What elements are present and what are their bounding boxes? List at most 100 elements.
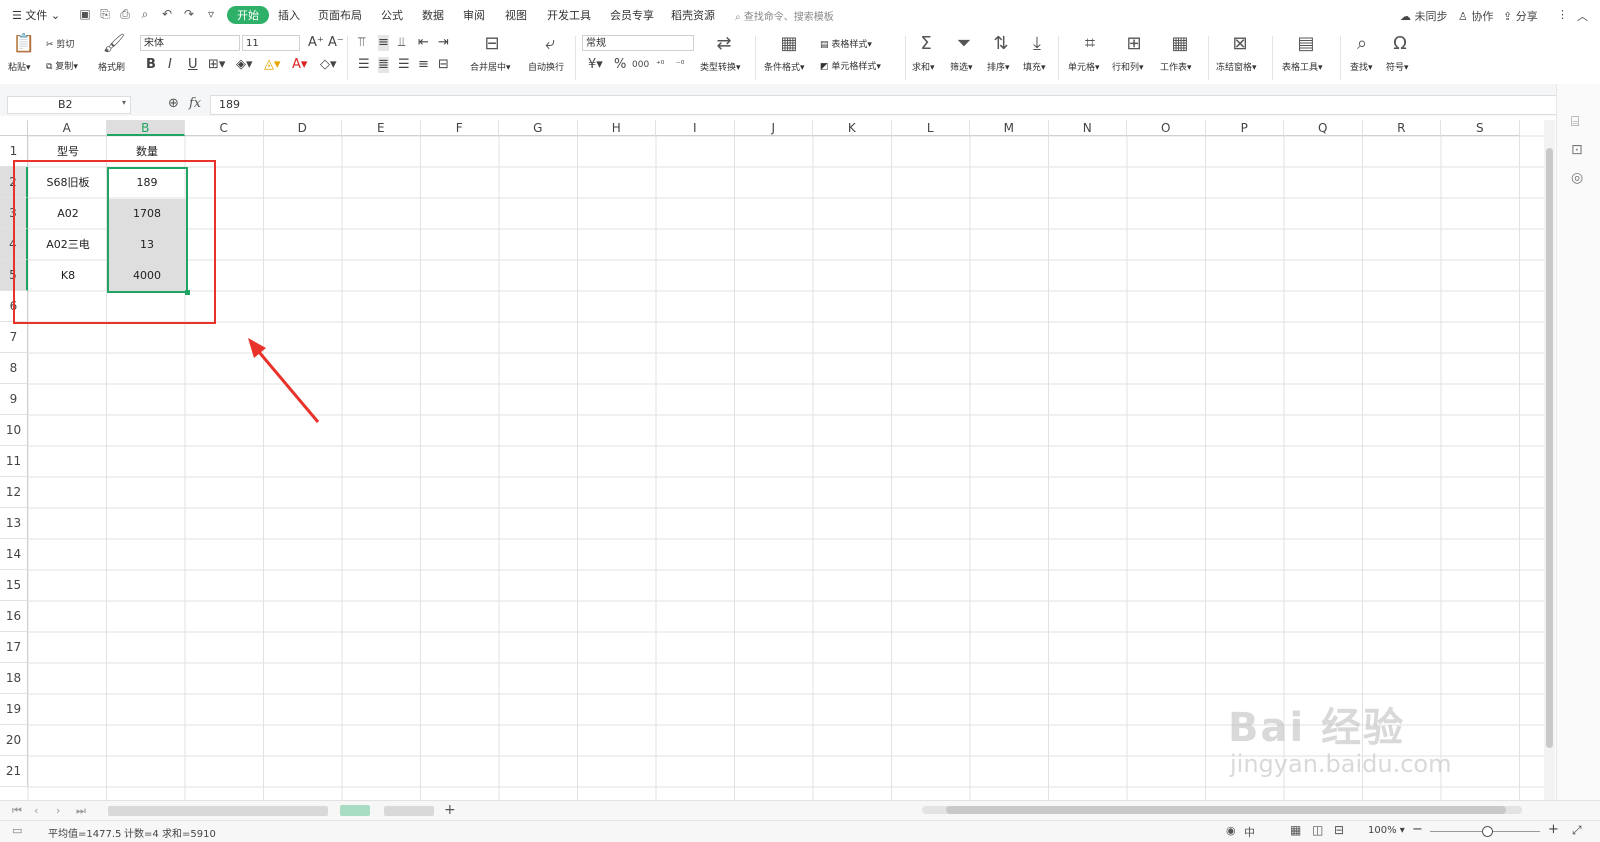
filter-icon[interactable]: ⏷ [952, 34, 976, 54]
sum-button[interactable]: 求和▾ [912, 60, 935, 73]
fx-icon[interactable]: fx [189, 96, 201, 111]
eye-protection-icon[interactable]: ◉ [1226, 824, 1236, 837]
first-sheet-icon[interactable]: ⏮ [12, 804, 22, 818]
column-header-d[interactable]: D [263, 120, 342, 136]
zoom-in-icon[interactable]: + [1548, 822, 1559, 837]
more-icon[interactable]: ⋮ [1557, 8, 1568, 21]
row-header-18[interactable]: 18 [0, 663, 28, 694]
print-icon[interactable]: ⎙ [118, 7, 132, 21]
align-top-icon[interactable]: ⫪ [358, 35, 365, 51]
collaborate-button[interactable]: ♙ 协作 [1458, 8, 1493, 24]
find-button[interactable]: 查找▾ [1350, 60, 1373, 73]
fill-color-icon[interactable]: ◬▾ [264, 57, 281, 73]
cell-style-button[interactable]: ◩ 单元格样式▾ [820, 59, 881, 72]
name-box-dropdown-icon[interactable]: ▾ [122, 98, 126, 107]
column-header-n[interactable]: N [1048, 120, 1127, 136]
save-icon[interactable]: ▣ [78, 7, 92, 21]
sheet-tab-blurred[interactable] [108, 806, 328, 816]
sort-button[interactable]: 排序▾ [987, 60, 1010, 73]
row-header-16[interactable]: 16 [0, 601, 28, 632]
customize-icon[interactable]: ▿ [204, 7, 218, 21]
border-icon[interactable]: ⊞▾ [208, 57, 225, 73]
align-right-icon[interactable]: ☰ [398, 57, 410, 73]
worksheet-button[interactable]: 工作表▾ [1160, 60, 1192, 73]
name-box[interactable]: B2 [7, 96, 131, 114]
page-layout-view-icon[interactable]: ◫ [1312, 823, 1323, 837]
formula-input[interactable]: 189 [210, 95, 1562, 115]
tab-insert[interactable]: 插入 [278, 7, 300, 23]
side-panel-icon-2[interactable]: ⊡ [1571, 142, 1583, 158]
font-size-select[interactable]: 11 [242, 35, 300, 51]
worksheet-icon[interactable]: ▦ [1168, 34, 1192, 54]
sum-icon[interactable]: Σ [914, 34, 938, 54]
copy-button[interactable]: ⧉ 复制▾ [46, 59, 78, 72]
save-as-icon[interactable]: ⎘ [98, 7, 112, 21]
zoom-formula-icon[interactable]: ⊕ [168, 96, 179, 111]
paste-icon[interactable]: 📋 [12, 34, 36, 54]
clear-icon[interactable]: ◇▾ [320, 57, 337, 73]
row-header-14[interactable]: 14 [0, 539, 28, 570]
vertical-scroll-thumb[interactable] [1546, 148, 1553, 748]
currency-icon[interactable]: ¥▾ [588, 57, 603, 73]
column-header-h[interactable]: H [577, 120, 656, 136]
distribute-icon[interactable]: ⊟ [438, 57, 449, 73]
table-tools-button[interactable]: 表格工具▾ [1282, 60, 1323, 73]
wrap-icon[interactable]: ⤶ [538, 34, 562, 54]
zoom-level[interactable]: 100% ▾ [1368, 825, 1405, 836]
align-center-icon[interactable]: ≣ [378, 57, 389, 73]
column-header-l[interactable]: L [891, 120, 970, 136]
font-name-select[interactable]: 宋体 [140, 35, 240, 51]
freeze-icon[interactable]: ⊠ [1228, 34, 1252, 54]
column-header-r[interactable]: R [1362, 120, 1441, 136]
column-header-g[interactable]: G [499, 120, 578, 136]
column-header-q[interactable]: Q [1284, 120, 1363, 136]
symbol-icon[interactable]: Ω [1388, 34, 1412, 54]
sort-icon[interactable]: ⇅ [989, 34, 1013, 54]
underline-icon[interactable]: U [188, 57, 198, 73]
tab-member[interactable]: 会员专享 [610, 7, 654, 23]
select-all-corner[interactable] [0, 120, 28, 136]
decrease-decimal-icon[interactable]: ⁻⁰ [676, 57, 684, 73]
column-header-i[interactable]: I [656, 120, 735, 136]
horizontal-scrollbar[interactable] [922, 806, 1522, 814]
column-header-p[interactable]: P [1205, 120, 1284, 136]
filter-button[interactable]: 筛选▾ [950, 60, 973, 73]
column-header-s[interactable]: S [1441, 120, 1520, 136]
decrease-font-icon[interactable]: A⁻ [328, 35, 344, 51]
indent-increase-icon[interactable]: ⇥ [438, 35, 449, 51]
column-header-c[interactable]: C [185, 120, 264, 136]
sync-status[interactable]: ☁ 未同步 [1400, 8, 1448, 24]
page-break-view-icon[interactable]: ⊟ [1334, 823, 1344, 837]
row-header-9[interactable]: 9 [0, 384, 28, 415]
sheet-tab-blurred[interactable] [384, 806, 434, 816]
tab-page-layout[interactable]: 页面布局 [318, 7, 362, 23]
side-panel-icon-3[interactable]: ◎ [1571, 170, 1583, 186]
column-header-j[interactable]: J [734, 120, 813, 136]
zoom-out-icon[interactable]: − [1412, 822, 1423, 837]
column-header-m[interactable]: M [970, 120, 1049, 136]
share-button[interactable]: ⇪ 分享 [1503, 8, 1538, 24]
last-sheet-icon[interactable]: ⏭ [76, 804, 86, 818]
fill-button[interactable]: 填充▾ [1023, 60, 1046, 73]
row-header-13[interactable]: 13 [0, 508, 28, 539]
collapse-ribbon-icon[interactable]: ︿ [1577, 8, 1588, 24]
italic-icon[interactable]: I [168, 57, 172, 73]
freeze-panes-button[interactable]: 冻结窗格▾ [1216, 60, 1257, 73]
cut-button[interactable]: ✂ 剪切 [46, 37, 74, 50]
tab-dev-tools[interactable]: 开发工具 [547, 7, 591, 23]
fullscreen-icon[interactable]: ⤢ [1572, 823, 1582, 838]
column-header-a[interactable]: A [28, 120, 107, 136]
thousands-icon[interactable]: 000 [632, 57, 649, 73]
merge-center-button[interactable]: 合并居中▾ [470, 60, 511, 73]
tab-home[interactable]: 开始 [227, 6, 269, 24]
column-header-k[interactable]: K [813, 120, 892, 136]
justify-icon[interactable]: ≡ [418, 57, 429, 73]
input-mode[interactable]: 中 [1244, 824, 1255, 840]
indent-decrease-icon[interactable]: ⇤ [418, 35, 429, 51]
tab-review[interactable]: 审阅 [463, 7, 485, 23]
add-sheet-icon[interactable]: + [444, 802, 456, 818]
type-convert-button[interactable]: 类型转换▾ [700, 60, 741, 73]
side-panel-icon-1[interactable]: ⌸ [1571, 114, 1579, 130]
row-header-11[interactable]: 11 [0, 446, 28, 477]
font-color-icon[interactable]: A▾ [292, 57, 307, 73]
